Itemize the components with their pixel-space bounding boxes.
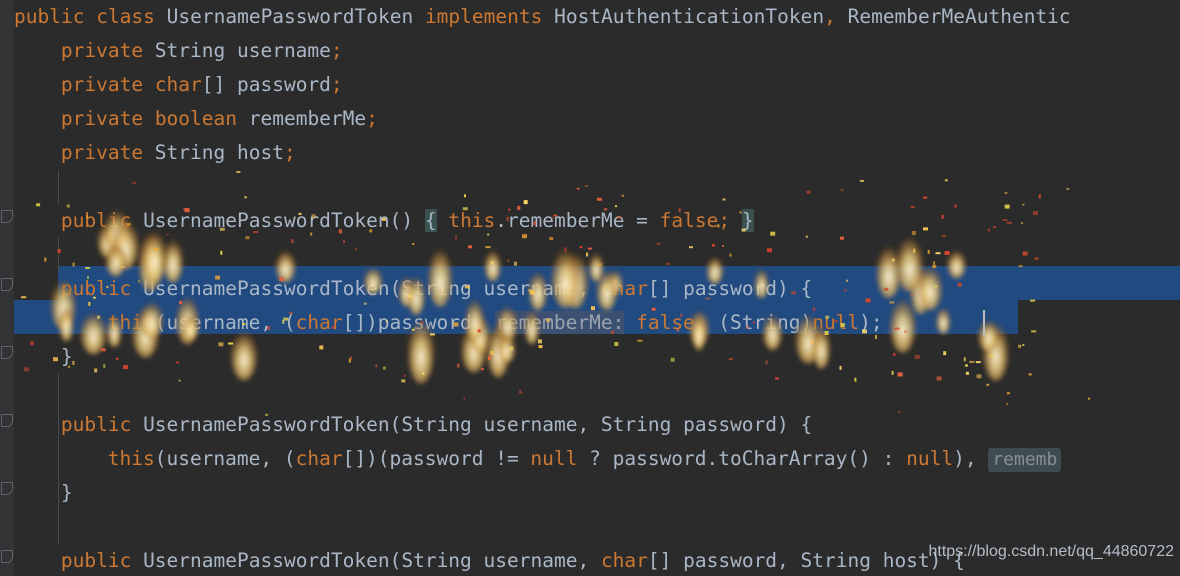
code-token: implements xyxy=(424,5,543,28)
code-token: public xyxy=(60,549,132,572)
code-token: ; xyxy=(330,39,343,62)
code-token: private xyxy=(60,73,144,96)
code-token: this xyxy=(107,311,155,334)
code-token: [] password, String host) { xyxy=(647,549,965,572)
code-token: ; xyxy=(330,73,343,96)
code-token: null xyxy=(812,311,860,334)
code-token: false xyxy=(636,311,695,334)
code-line[interactable]: private String host; xyxy=(61,136,296,170)
code-token: UsernamePasswordToken(String username, S… xyxy=(131,413,813,436)
code-token: { xyxy=(424,209,437,232)
code-token: .rememberMe = xyxy=(495,209,660,232)
inline-parameter-hint: rememb xyxy=(988,448,1062,472)
code-line[interactable]: private char[] password; xyxy=(61,68,343,102)
code-line[interactable]: public UsernamePasswordToken(String user… xyxy=(61,272,812,306)
code-line[interactable]: } xyxy=(61,340,73,374)
code-token: UsernamePasswordToken(String username, xyxy=(131,277,601,300)
code-token: [] password) { xyxy=(647,277,813,300)
code-editor-canvas[interactable]: public class UsernamePasswordToken imple… xyxy=(0,0,1180,576)
code-token: String username xyxy=(143,39,331,62)
code-token: ); xyxy=(859,311,883,334)
code-token: ; xyxy=(718,209,731,232)
code-token: null xyxy=(530,447,578,470)
code-token: public xyxy=(14,5,85,28)
code-token: ; xyxy=(366,107,378,130)
code-line[interactable]: public UsernamePasswordToken(String user… xyxy=(61,544,965,576)
code-token: char xyxy=(600,549,648,572)
code-fold-marker-icon[interactable] xyxy=(1,278,13,291)
code-token: } xyxy=(741,209,754,232)
code-token: [])(password != xyxy=(342,447,531,470)
code-line[interactable]: } xyxy=(61,476,73,510)
code-line[interactable]: private String username; xyxy=(61,34,343,68)
code-token: char xyxy=(154,73,202,96)
code-token: private xyxy=(60,107,144,130)
code-token: private xyxy=(60,141,144,164)
code-token: } xyxy=(60,345,73,368)
code-token: rememberMe xyxy=(237,107,367,130)
code-token: private xyxy=(60,39,144,62)
code-token: char xyxy=(295,311,343,334)
inline-parameter-hint: rememberMe: xyxy=(495,311,625,334)
code-token: } xyxy=(60,481,73,504)
code-token: , xyxy=(824,5,836,28)
code-token: ), xyxy=(953,447,989,470)
code-token: (username, ( xyxy=(154,311,296,334)
code-token: boolean xyxy=(154,107,237,130)
code-token: (username, ( xyxy=(154,447,296,470)
code-token: [] password xyxy=(201,73,331,96)
code-line[interactable]: public UsernamePasswordToken(String user… xyxy=(61,408,812,442)
code-text-layer[interactable]: public class UsernamePasswordToken imple… xyxy=(0,0,1180,576)
code-token: UsernamePasswordToken xyxy=(154,5,425,28)
code-token: this xyxy=(448,209,496,232)
text-caret xyxy=(983,310,985,336)
code-token: public xyxy=(60,209,132,232)
code-fold-marker-icon[interactable] xyxy=(1,482,13,495)
code-token: char xyxy=(295,447,343,470)
code-fold-marker-icon[interactable] xyxy=(1,346,13,359)
code-line[interactable]: public UsernamePasswordToken() { this.re… xyxy=(61,204,754,238)
code-token: this xyxy=(107,447,155,470)
code-token: String host xyxy=(143,141,284,164)
code-token: [])password, xyxy=(342,311,496,334)
code-token: false xyxy=(659,209,719,232)
code-token: class xyxy=(96,5,155,28)
code-line[interactable]: this(username, (char[])password, remembe… xyxy=(108,306,883,340)
code-token: HostAuthenticationToken xyxy=(542,5,825,28)
code-token: UsernamePasswordToken(String username, xyxy=(131,549,601,572)
code-token: ? password.toCharArray() : xyxy=(577,447,907,470)
code-fold-marker-icon[interactable] xyxy=(1,210,13,223)
code-token: ; xyxy=(283,141,296,164)
code-token: char xyxy=(600,277,648,300)
code-token: public xyxy=(60,277,132,300)
code-token: RememberMeAuthentic xyxy=(835,5,1071,28)
watermark-text: https://blog.csdn.net/qq_44860722 xyxy=(928,543,1174,560)
code-fold-marker-icon[interactable] xyxy=(1,414,13,427)
code-line[interactable]: public class UsernamePasswordToken imple… xyxy=(14,0,1071,34)
code-line[interactable]: private boolean rememberMe; xyxy=(61,102,378,136)
code-line[interactable]: this(username, (char[])(password != null… xyxy=(108,442,1062,476)
code-token: public xyxy=(60,413,132,436)
code-fold-marker-icon[interactable] xyxy=(1,550,13,563)
code-token: UsernamePasswordToken() xyxy=(131,209,425,232)
code-token: null xyxy=(906,447,954,470)
code-token: , (String) xyxy=(694,311,813,334)
